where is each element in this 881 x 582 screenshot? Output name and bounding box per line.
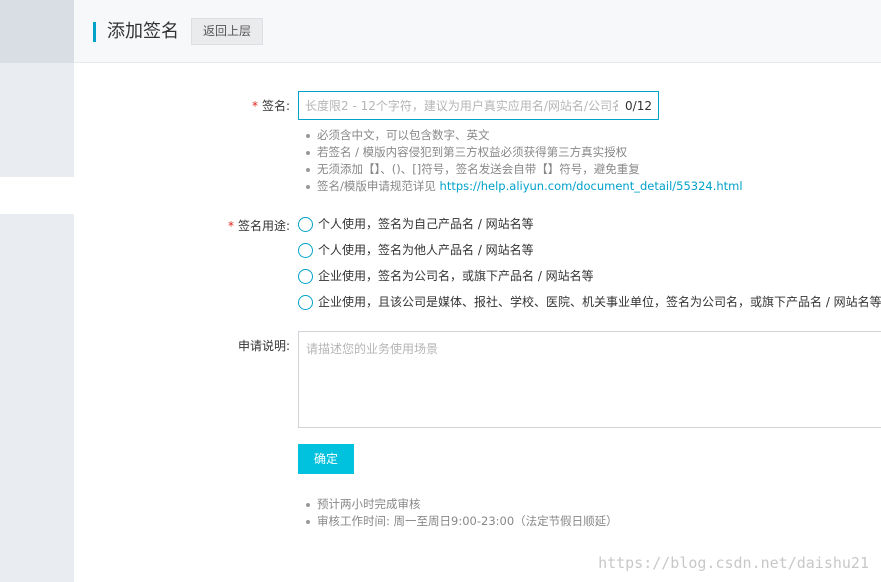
sidebar <box>0 0 74 582</box>
signature-tips: 必须含中文，可以包含数字、英文 若签名 / 模版内容侵犯到第三方权益必须获得第三… <box>306 127 743 195</box>
page-header: 添加签名 返回上层 <box>74 0 881 63</box>
usage-option-4[interactable]: 企业使用，且该公司是媒体、报社、学校、医院、机关事业单位，签名为公司名，或旗下产… <box>298 293 881 311</box>
description-textarea[interactable] <box>299 332 881 427</box>
usage-option-3[interactable]: 企业使用，签名为公司名，或旗下产品名 / 网站名等 <box>298 267 594 285</box>
usage-label: * 签名用途: <box>227 219 290 233</box>
tip-item: 若签名 / 模版内容侵犯到第三方权益必须获得第三方真实授权 <box>306 144 743 161</box>
radio-button[interactable] <box>298 242 313 258</box>
tip-item: 必须含中文，可以包含数字、英文 <box>306 127 743 144</box>
signature-input-box: 0/12 <box>298 91 659 120</box>
radio-button[interactable] <box>298 216 313 232</box>
page-title: 添加签名 <box>107 21 179 42</box>
back-button[interactable]: 返回上层 <box>191 18 264 45</box>
sidebar-header <box>0 0 74 63</box>
tip-item: 无须添加【】、()、[]符号，签名发送会自带【】符号，避免重复 <box>306 161 743 178</box>
title-accent-bar <box>93 22 96 42</box>
spec-link[interactable]: https://help.aliyun.com/document_detail/… <box>440 179 743 193</box>
char-count: 0/12 <box>625 99 652 113</box>
watermark: https://blog.csdn.net/daishu21 <box>598 554 869 572</box>
required-mark: * <box>251 99 258 113</box>
radio-label: 企业使用，且该公司是媒体、报社、学校、医院、机关事业单位，签名为公司名，或旗下产… <box>318 295 881 309</box>
signature-input[interactable] <box>299 92 624 119</box>
required-mark: * <box>227 219 234 233</box>
usage-option-2[interactable]: 个人使用，签名为他人产品名 / 网站名等 <box>298 241 534 259</box>
tip-item-spec: 签名/模版申请规范详见 https://help.aliyun.com/docu… <box>306 178 743 195</box>
radio-button[interactable] <box>298 268 313 284</box>
radio-label: 企业使用，签名为公司名，或旗下产品名 / 网站名等 <box>318 269 594 283</box>
sidebar-active-item[interactable] <box>0 177 74 214</box>
usage-option-1[interactable]: 个人使用，签名为自己产品名 / 网站名等 <box>298 215 534 233</box>
description-label: 申请说明: <box>237 339 290 353</box>
radio-label: 个人使用，签名为自己产品名 / 网站名等 <box>318 217 534 231</box>
signature-label: * 签名: <box>251 99 290 113</box>
radio-label: 个人使用，签名为他人产品名 / 网站名等 <box>318 243 534 257</box>
confirm-button[interactable]: 确定 <box>298 444 354 474</box>
footer-tips: 预计两小时完成审核 审核工作时间: 周一至周日9:00-23:00（法定节假日顺… <box>306 496 618 530</box>
tip-item: 审核工作时间: 周一至周日9:00-23:00（法定节假日顺延） <box>306 513 618 530</box>
tip-item: 预计两小时完成审核 <box>306 496 618 513</box>
description-box <box>298 331 881 428</box>
radio-button[interactable] <box>298 294 313 310</box>
